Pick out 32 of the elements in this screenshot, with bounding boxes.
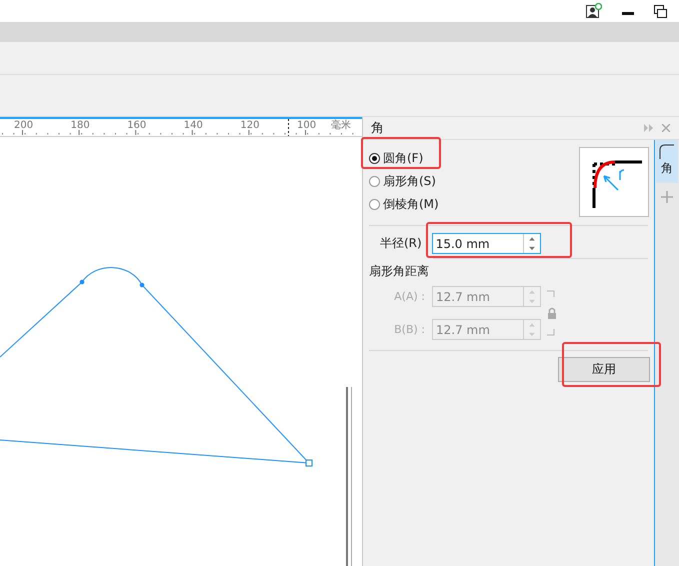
apply-button[interactable]: 应用 [558,357,650,382]
ruler-label: 毫米 [330,119,351,133]
radius-field[interactable]: 15.0 mm [432,234,523,253]
expand-icon[interactable] [644,124,654,132]
scroll-bar[interactable] [346,387,352,566]
ruler-label: 140 [184,119,204,133]
option-label: 扇形角(S) [383,173,436,190]
option-label: 圆角(F) [383,150,424,167]
ruler-label: 100 [296,119,317,133]
corner-icon [659,144,675,160]
ruler-label: 200 [14,119,34,133]
ruler-label: 120 [240,119,260,133]
distance-label: A(A) : [393,290,425,303]
minimize-icon[interactable] [622,12,634,16]
ruler-label: 180 [70,119,91,133]
panel-title: 角 [371,120,385,137]
user-status-icon[interactable] [586,3,602,19]
restore-icon[interactable] [654,4,667,18]
side-tab[interactable]: 角 [656,140,678,184]
corner-preview-icon [579,147,649,217]
radius-label: 半径(R) [380,235,422,252]
add-icon[interactable] [661,191,673,204]
radius-spinbox[interactable]: 15.0 mm [432,233,541,254]
close-icon[interactable] [662,124,670,132]
radio-button[interactable] [369,153,380,164]
distance-label: B(B) : [393,323,425,336]
radio-button[interactable] [369,199,380,210]
section-label: 扇形角距离 [368,263,430,280]
lock-icon[interactable] [545,289,559,337]
option-label: 倒棱角(M) [383,196,439,213]
ruler-label: 160 [127,119,148,133]
radio-button[interactable] [369,176,380,187]
